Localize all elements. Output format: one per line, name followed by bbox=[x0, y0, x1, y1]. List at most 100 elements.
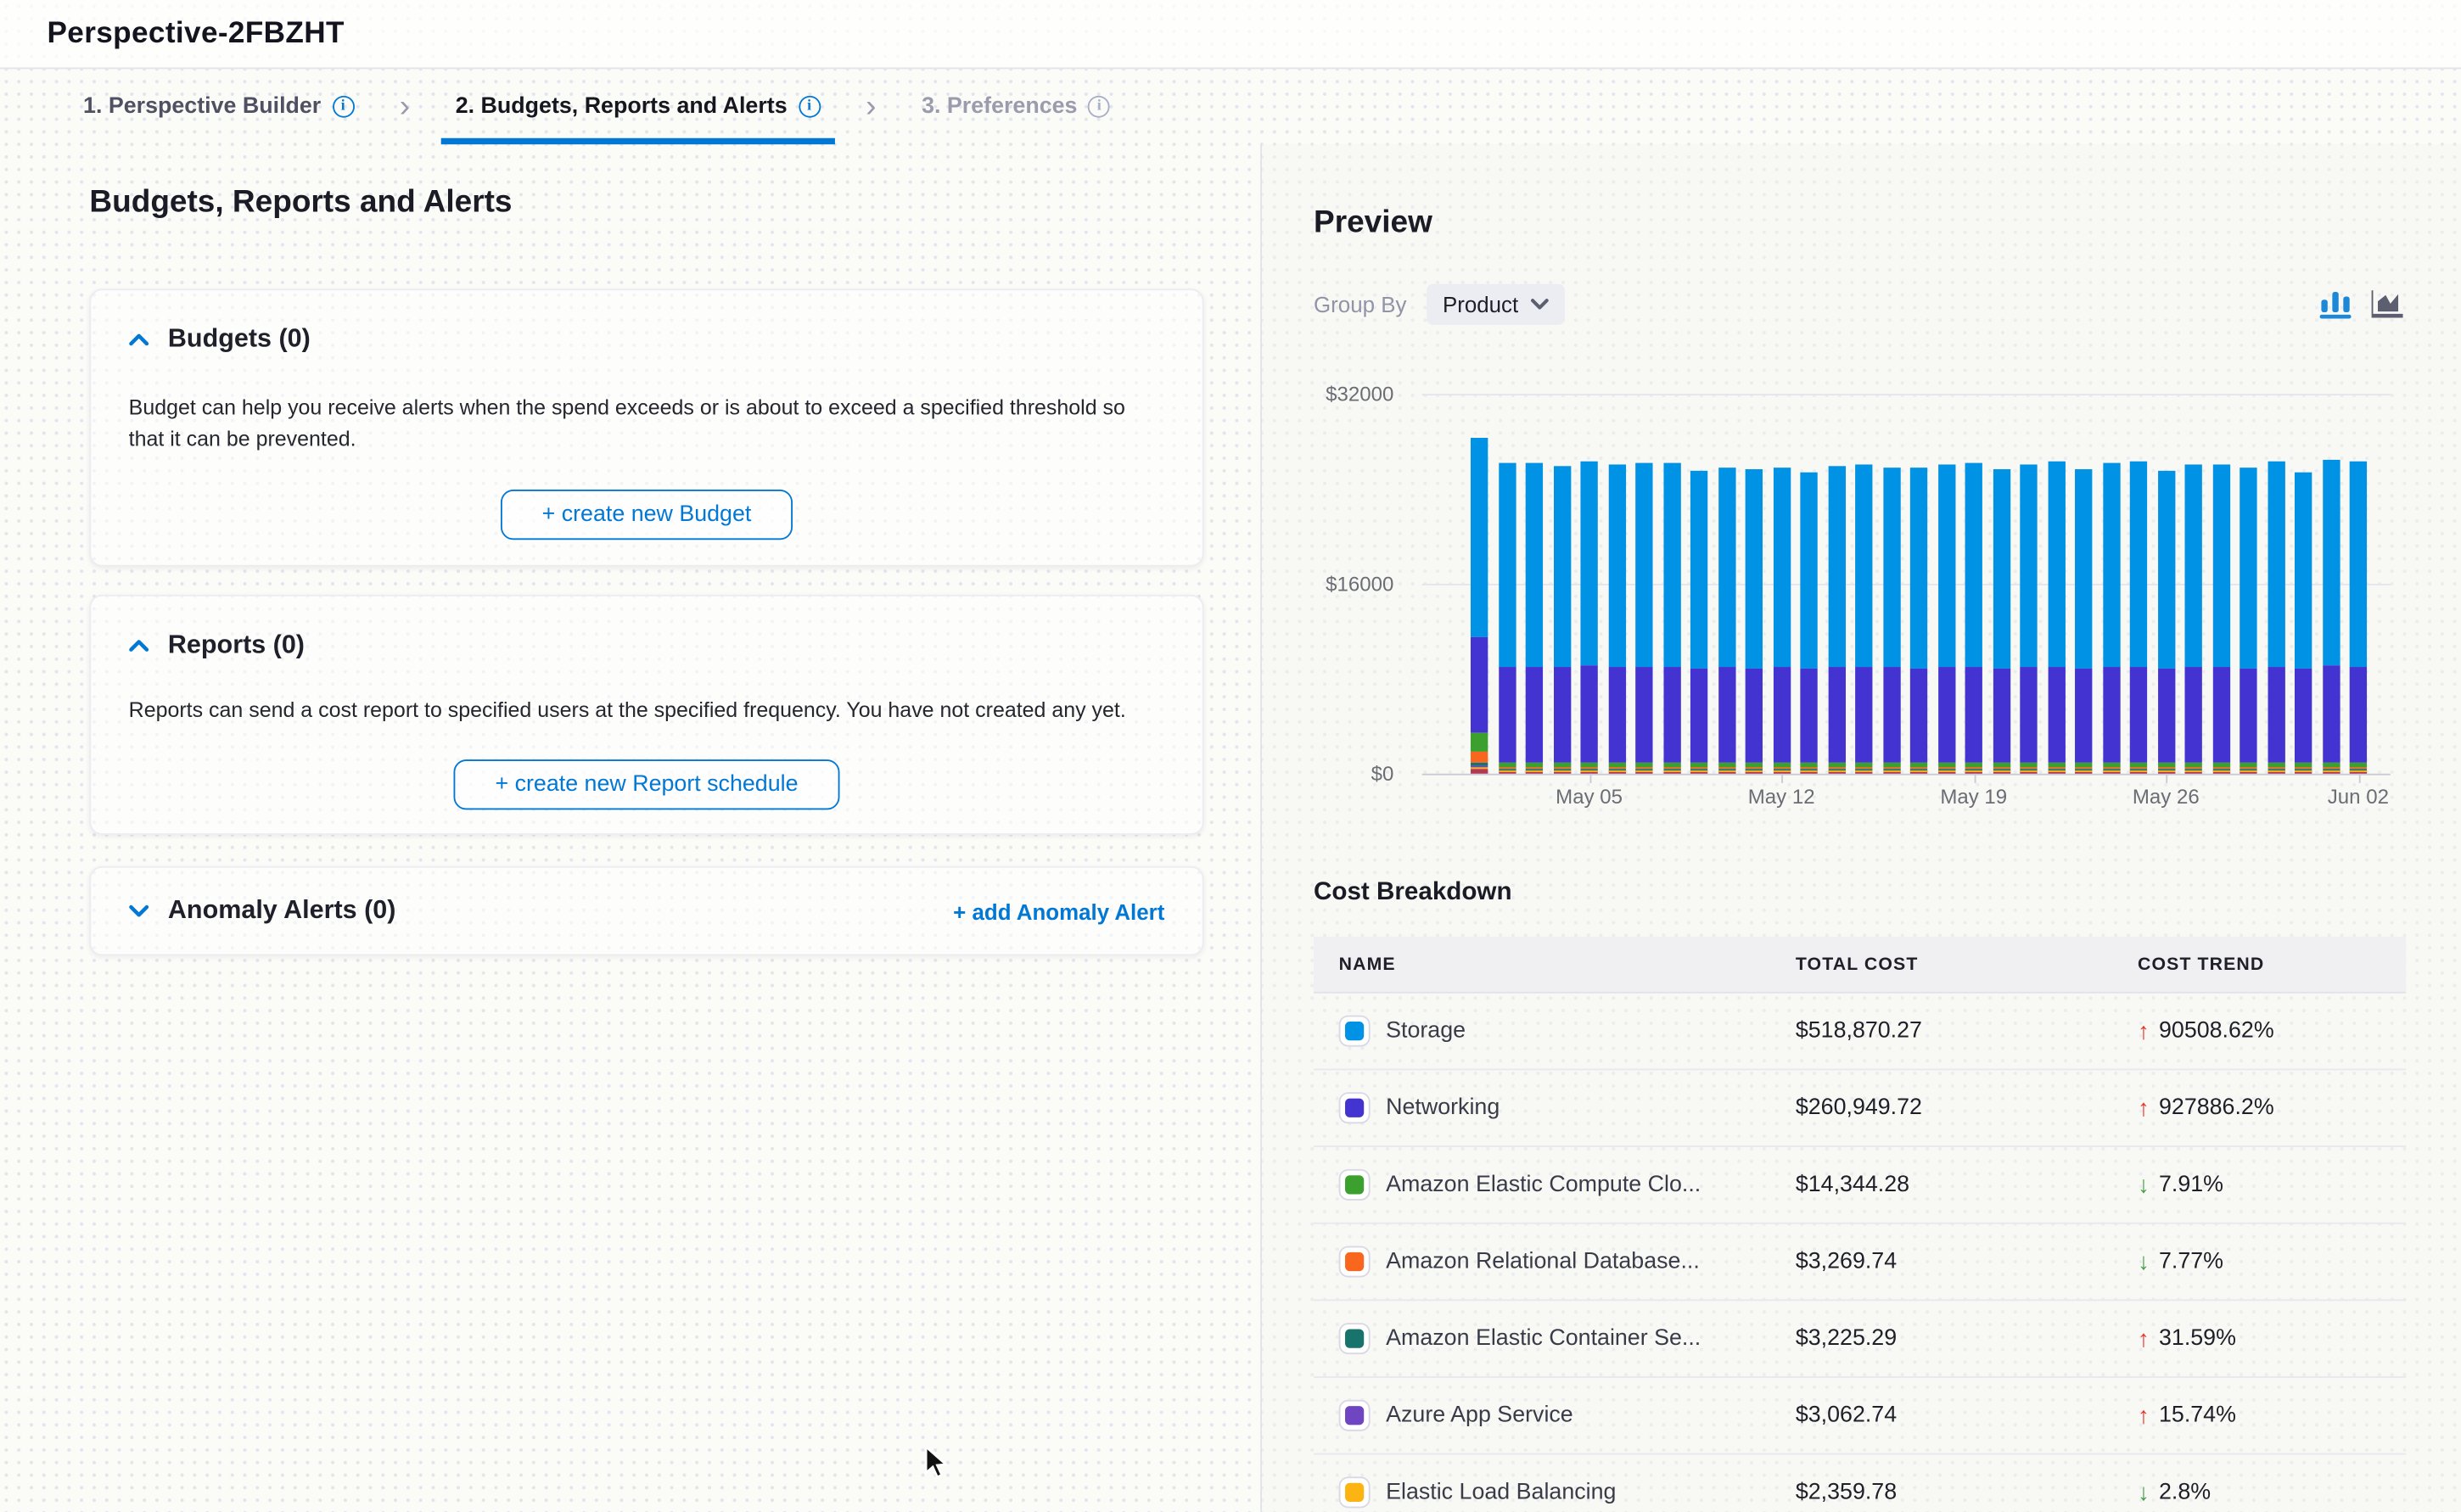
chart-bar[interactable] bbox=[1580, 461, 1597, 774]
column-header-cost-trend: COST TREND bbox=[2112, 955, 2406, 973]
page-title: Perspective-2FBZHT bbox=[47, 16, 344, 51]
chart-bar[interactable] bbox=[1746, 470, 1763, 774]
budgets-card-header[interactable]: Budgets (0) bbox=[129, 325, 1165, 355]
trend-down-arrow-icon: ↓ bbox=[2138, 1479, 2150, 1505]
row-name: Elastic Load Balancing bbox=[1386, 1480, 1616, 1505]
bar-segment bbox=[1773, 468, 1790, 668]
chart-bar[interactable] bbox=[1635, 462, 1652, 774]
bar-chart-icon[interactable] bbox=[2320, 290, 2352, 318]
row-name: Storage bbox=[1386, 1018, 1466, 1044]
trend-percent: 15.74% bbox=[2159, 1403, 2236, 1428]
x-axis-tick-label: May 19 bbox=[1940, 785, 2007, 809]
reports-description: Reports can send a cost report to specif… bbox=[129, 695, 1165, 726]
budgets-card: Budgets (0) Budget can help you receive … bbox=[89, 288, 1203, 566]
chart-bar[interactable] bbox=[1800, 472, 1817, 774]
info-icon[interactable]: i bbox=[799, 96, 821, 118]
tab-preferences[interactable]: 3. Preferences i bbox=[907, 69, 1124, 144]
chart-bar[interactable] bbox=[1690, 470, 1707, 773]
chart-bar[interactable] bbox=[1828, 466, 1845, 773]
window-header: Perspective-2FBZHT bbox=[0, 0, 2461, 69]
x-axis-tick-label: May 12 bbox=[1748, 785, 1815, 809]
table-row: Amazon Elastic Compute Clo...$14,344.28↓… bbox=[1314, 1147, 2406, 1224]
bar-segment bbox=[1526, 666, 1543, 762]
chart-bar[interactable] bbox=[1855, 465, 1872, 774]
anomaly-card-title: Anomaly Alerts (0) bbox=[168, 896, 396, 926]
row-cost-trend: ↑927886.2% bbox=[2112, 1095, 2406, 1121]
bar-segment bbox=[1800, 472, 1817, 669]
bar-segment bbox=[2020, 464, 2037, 667]
chart-bar[interactable] bbox=[2102, 462, 2119, 773]
chart-bar[interactable] bbox=[1526, 463, 1543, 774]
row-total-cost: $3,062.74 bbox=[1770, 1403, 2112, 1428]
bar-segment bbox=[1855, 465, 1872, 667]
tab-label: 1. Perspective Builder bbox=[83, 94, 321, 120]
chart-bar[interactable] bbox=[1993, 469, 2010, 774]
bar-segment bbox=[1553, 668, 1570, 763]
chart-bar[interactable] bbox=[1882, 467, 1899, 773]
reports-card-title: Reports (0) bbox=[168, 630, 305, 660]
group-by-dropdown[interactable]: Product bbox=[1427, 284, 1565, 325]
chart-bar[interactable] bbox=[1718, 468, 1735, 774]
bar-segment bbox=[1526, 463, 1543, 666]
info-icon[interactable]: i bbox=[332, 96, 354, 118]
row-cost-trend: ↑15.74% bbox=[2112, 1403, 2406, 1429]
chart-bar[interactable] bbox=[1910, 468, 1927, 774]
chart-bar[interactable] bbox=[2322, 460, 2339, 774]
bar-segment bbox=[1718, 668, 1735, 763]
chart-bar[interactable] bbox=[2185, 464, 2202, 774]
chart-bar[interactable] bbox=[1965, 462, 1982, 774]
tab-perspective-builder[interactable]: 1. Perspective Builder i bbox=[69, 69, 367, 144]
bar-segment bbox=[1498, 667, 1515, 763]
area-chart-icon[interactable] bbox=[2372, 290, 2403, 318]
chart-bar[interactable] bbox=[1471, 438, 1488, 774]
bar-segment bbox=[2268, 666, 2284, 762]
chart-bar[interactable] bbox=[2020, 464, 2037, 774]
bar-segment bbox=[1690, 470, 1707, 668]
chart-bar[interactable] bbox=[1773, 468, 1790, 774]
chevron-up-icon bbox=[129, 639, 149, 653]
chart-bar[interactable] bbox=[2295, 473, 2312, 774]
cost-breakdown-table: NAME TOTAL COST COST TREND Storage$518,8… bbox=[1314, 937, 2406, 1512]
add-anomaly-alert-link[interactable]: + add Anomaly Alert bbox=[953, 899, 1164, 924]
row-cost-trend: ↓7.91% bbox=[2112, 1172, 2406, 1198]
x-tick-mark bbox=[1589, 774, 1591, 783]
bar-segment bbox=[1855, 667, 1872, 763]
row-total-cost: $3,225.29 bbox=[1770, 1326, 2112, 1352]
create-report-schedule-button[interactable]: + create new Report schedule bbox=[454, 759, 838, 809]
bar-segment bbox=[1635, 666, 1652, 762]
tab-budgets-reports-alerts[interactable]: 2. Budgets, Reports and Alerts i bbox=[441, 69, 834, 144]
reports-card: Reports (0) Reports can send a cost repo… bbox=[89, 595, 1203, 835]
create-budget-button[interactable]: + create new Budget bbox=[502, 490, 793, 540]
chart-bar[interactable] bbox=[1608, 464, 1625, 773]
budgets-reports-alerts-panel: Budgets, Reports and Alerts Budgets (0) … bbox=[0, 144, 1260, 1512]
bar-segment bbox=[1993, 668, 2010, 762]
chart-bar[interactable] bbox=[2350, 462, 2367, 774]
bar-segment bbox=[1663, 463, 1680, 667]
bar-segment bbox=[1608, 667, 1625, 763]
chart-bar[interactable] bbox=[1553, 467, 1570, 774]
bar-segment bbox=[1580, 666, 1597, 762]
chart-bar[interactable] bbox=[2157, 470, 2174, 774]
bar-segment bbox=[2240, 668, 2256, 762]
chart-bar[interactable] bbox=[1937, 464, 1954, 774]
chart-bar[interactable] bbox=[2075, 468, 2092, 774]
chart-plot-area: $32000 $16000 $0 bbox=[1422, 394, 2391, 774]
chart-bar[interactable] bbox=[1663, 463, 1680, 774]
reports-card-header[interactable]: Reports (0) bbox=[129, 630, 1165, 660]
table-header-row: NAME TOTAL COST COST TREND bbox=[1314, 937, 2406, 994]
row-total-cost: $14,344.28 bbox=[1770, 1173, 2112, 1198]
y-axis-tick: $0 bbox=[1371, 762, 1394, 786]
chart-bar[interactable] bbox=[2268, 462, 2284, 774]
bar-segment bbox=[2240, 468, 2256, 668]
bar-segment bbox=[2322, 460, 2339, 666]
anomaly-card-header[interactable]: Anomaly Alerts (0) bbox=[129, 896, 396, 926]
info-icon[interactable]: i bbox=[1088, 96, 1110, 118]
chart-bar[interactable] bbox=[1498, 463, 1515, 774]
chart-bar[interactable] bbox=[2212, 465, 2229, 774]
bar-segment bbox=[2268, 462, 2284, 667]
chart-bar[interactable] bbox=[2240, 468, 2256, 774]
bar-segment bbox=[1635, 462, 1652, 667]
chart-bar[interactable] bbox=[2048, 462, 2065, 774]
bar-segment bbox=[1608, 464, 1625, 666]
chart-bar[interactable] bbox=[2130, 461, 2147, 774]
